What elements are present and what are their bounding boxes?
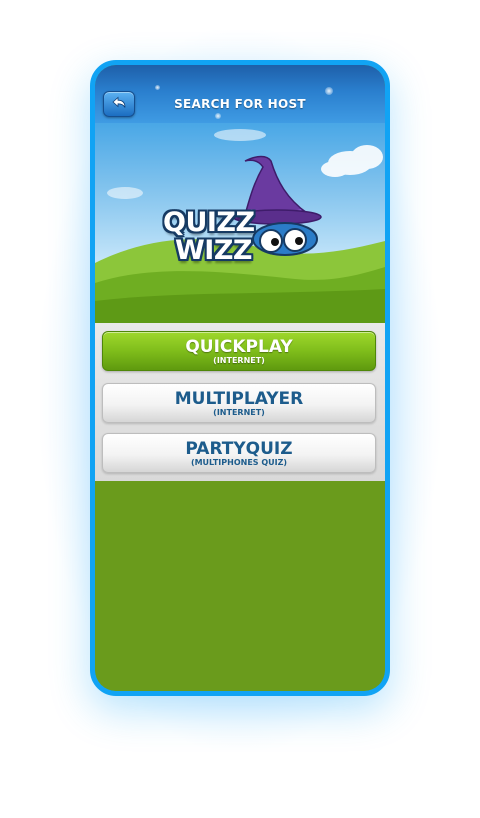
multiplayer-label: MULTIPLAYER: [174, 389, 304, 409]
sparkle-decoration: [215, 113, 221, 119]
page-title: SEARCH FOR HOST: [174, 97, 306, 111]
quickplay-button[interactable]: QUICKPLAY (INTERNET): [102, 331, 376, 371]
cloud-icon: [321, 145, 383, 177]
quickplay-sublabel: (INTERNET): [213, 356, 265, 365]
sparkle-decoration: [325, 87, 333, 95]
sparkle-decoration: [155, 85, 160, 90]
partyquiz-label: PARTYQUIZ: [185, 439, 293, 459]
hero-scene: QUIZZ WIZZ: [95, 123, 385, 323]
phone-frame: SEARCH FOR HOST QUIZZ WIZZ QUICKPLAY (IN…: [90, 60, 390, 696]
logo-wizz: WIZZ: [175, 235, 252, 266]
quickplay-label: QUICKPLAY: [185, 337, 293, 357]
multiplayer-button[interactable]: MULTIPLAYER (INTERNET): [102, 383, 376, 423]
app-screen: SEARCH FOR HOST QUIZZ WIZZ QUICKPLAY (IN…: [95, 65, 385, 691]
title-bar: SEARCH FOR HOST: [95, 65, 385, 123]
multiplayer-sublabel: (INTERNET): [213, 408, 265, 417]
partyquiz-sublabel: (MULTIPHONES QUIZ): [190, 458, 288, 467]
logo-quizz: QUIZZ: [163, 207, 255, 238]
grass-background: [95, 481, 385, 691]
partyquiz-button[interactable]: PARTYQUIZ (MULTIPHONES QUIZ): [102, 433, 376, 473]
mascot-eyes-icon: [252, 222, 318, 256]
menu-panel: QUICKPLAY (INTERNET) MULTIPLAYER (INTERN…: [95, 323, 385, 481]
